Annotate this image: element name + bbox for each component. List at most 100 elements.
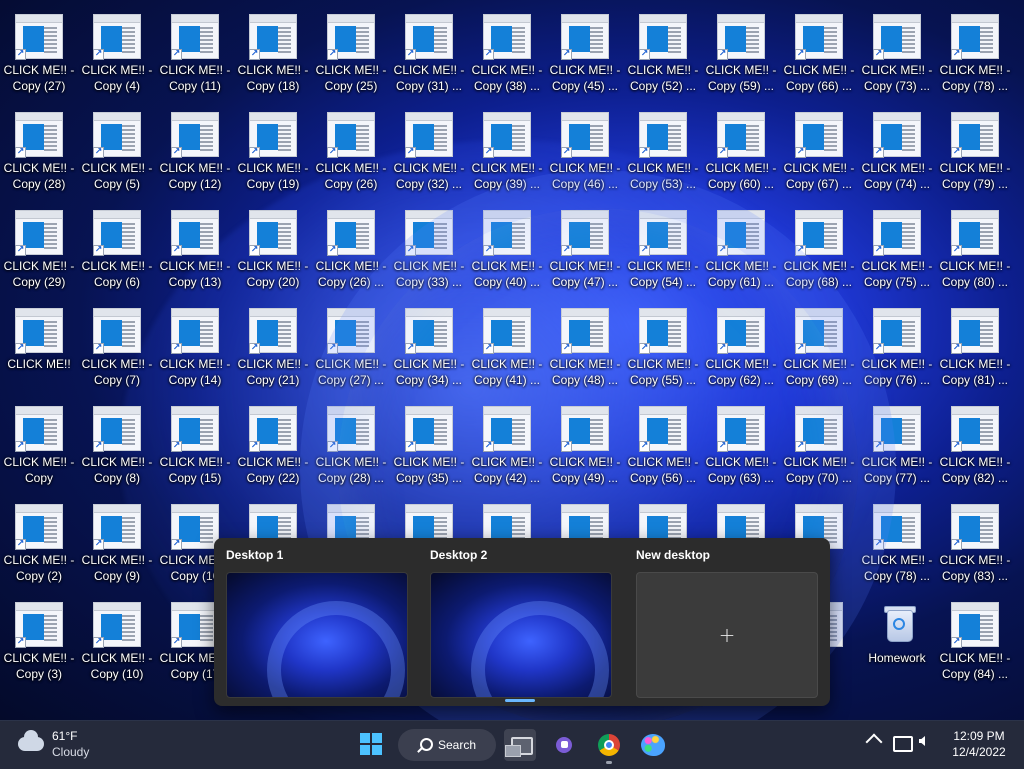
desktop-shortcut[interactable]: ↗ CLICK ME!! - Copy (38) ... [469,12,545,104]
shortcut-arrow-icon: ↗ [483,343,494,354]
desktop-shortcut[interactable]: ↗ CLICK ME!! - Copy (8) [79,404,155,496]
desktop-shortcut[interactable]: ↗ CLICK ME!! - Copy (26) [313,110,389,202]
desktop-shortcut[interactable]: ↗ CLICK ME!! - Copy (61) ... [703,208,779,300]
desktop-shortcut[interactable]: ↗ CLICK ME!! - Copy (28) [1,110,77,202]
desktop-shortcut[interactable]: ↗ CLICK ME!! - Copy (55) ... [625,306,701,398]
icon-label: CLICK ME!! - Copy (66) ... [783,63,855,93]
icon-label: CLICK ME!! - Copy (82) ... [939,455,1011,485]
desktop-shortcut[interactable]: ↗ CLICK ME!! - Copy (78) ... [859,502,935,594]
document-icon [873,406,921,451]
desktop-shortcut[interactable]: ↗ CLICK ME!! - Copy (35) ... [391,404,467,496]
desktop-shortcut[interactable]: ↗ CLICK ME!! - Copy (39) ... [469,110,545,202]
desktop-shortcut[interactable]: ↗ CLICK ME!! - Copy (84) ... [937,600,1013,692]
desktop-shortcut[interactable]: ↗ CLICK ME!! - Copy (10) [79,600,155,692]
desktop-shortcut[interactable]: ↗ CLICK ME!! - Copy (70) ... [781,404,857,496]
desktop-shortcut[interactable]: ↗ CLICK ME!! - Copy (2) [1,502,77,594]
desktop-shortcut[interactable]: ↗ CLICK ME!! - Copy (19) [235,110,311,202]
desktop-shortcut[interactable]: ↗ CLICK ME!! - Copy (32) ... [391,110,467,202]
desktop-shortcut[interactable]: ↗ CLICK ME!! - Copy (3) [1,600,77,692]
icon-label: CLICK ME!! - Copy (68) ... [783,259,855,289]
chevron-up-icon[interactable] [865,733,883,751]
virtual-desktop-thumbnail[interactable] [430,572,612,698]
search-button[interactable]: Search [398,729,496,761]
desktop-shortcut[interactable]: ↗ CLICK ME!! - Copy (22) [235,404,311,496]
desktop-shortcut[interactable]: ↗ CLICK ME!! - Copy (14) [157,306,233,398]
shortcut-arrow-icon: ↗ [327,441,338,452]
desktop-shortcut[interactable]: ↗ CLICK ME!! - Copy (13) [157,208,233,300]
network-icon[interactable] [893,736,913,752]
desktop-shortcut[interactable]: ↗ CLICK ME!! - Copy (20) [235,208,311,300]
desktop-shortcut[interactable]: ↗ CLICK ME!! - Copy (34) ... [391,306,467,398]
chrome-button[interactable] [593,729,625,764]
desktop-shortcut[interactable]: ↗ CLICK ME!! - Copy (80) ... [937,208,1013,300]
desktop-shortcut[interactable]: ↗ CLICK ME!! - Copy (56) ... [625,404,701,496]
desktop-shortcut[interactable]: ↗ CLICK ME!! - Copy (62) ... [703,306,779,398]
virtual-desktop-1[interactable]: Desktop 1 [226,548,412,698]
desktop-shortcut[interactable]: ↗ CLICK ME!! - Copy (42) ... [469,404,545,496]
task-view-button[interactable] [504,729,536,761]
desktop-shortcut[interactable]: ↗ CLICK ME!! - Copy (47) ... [547,208,623,300]
desktop-shortcut[interactable]: ↗ CLICK ME!! - Copy (25) [313,12,389,104]
desktop-shortcut[interactable]: ↗ CLICK ME!! - Copy (11) [157,12,233,104]
virtual-desktop-thumbnail[interactable] [226,572,408,698]
desktop-shortcut[interactable]: ↗ CLICK ME!! - Copy (49) ... [547,404,623,496]
desktop-shortcut[interactable]: ↗ CLICK ME!! [1,306,77,398]
recycle-bin-shortcut[interactable]: Homework [859,600,935,692]
desktop-shortcut[interactable]: ↗ CLICK ME!! - Copy (52) ... [625,12,701,104]
desktop-shortcut[interactable]: ↗ CLICK ME!! - Copy (41) ... [469,306,545,398]
desktop-shortcut[interactable]: ↗ CLICK ME!! - Copy (28) ... [313,404,389,496]
paint-button[interactable] [637,729,669,761]
shortcut-arrow-icon: ↗ [405,49,416,60]
desktop-shortcut[interactable]: ↗ CLICK ME!! - Copy (69) ... [781,306,857,398]
desktop-shortcut[interactable]: ↗ CLICK ME!! - Copy (75) ... [859,208,935,300]
desktop-shortcut[interactable]: ↗ CLICK ME!! - Copy (54) ... [625,208,701,300]
desktop-shortcut[interactable]: ↗ CLICK ME!! - Copy (29) [1,208,77,300]
desktop-shortcut[interactable]: ↗ CLICK ME!! - Copy (48) ... [547,306,623,398]
desktop-shortcut[interactable]: ↗ CLICK ME!! - Copy (12) [157,110,233,202]
weather-temperature: 61°F [52,729,78,743]
desktop-shortcut[interactable]: ↗ CLICK ME!! - Copy (40) ... [469,208,545,300]
desktop-shortcut[interactable]: ↗ CLICK ME!! - Copy (53) ... [625,110,701,202]
desktop-shortcut[interactable]: ↗ CLICK ME!! - Copy (59) ... [703,12,779,104]
desktop-shortcut[interactable]: ↗ CLICK ME!! - Copy (78) ... [937,12,1013,104]
desktop-shortcut[interactable]: ↗ CLICK ME!! - Copy (66) ... [781,12,857,104]
system-clock[interactable]: 12:09 PM 12/4/2022 [946,728,1012,760]
shortcut-arrow-icon: ↗ [717,245,728,256]
desktop-shortcut[interactable]: ↗ CLICK ME!! - Copy (76) ... [859,306,935,398]
desktop-shortcut[interactable]: ↗ CLICK ME!! - Copy (68) ... [781,208,857,300]
desktop-shortcut[interactable]: ↗ CLICK ME!! - Copy (31) ... [391,12,467,104]
desktop-shortcut[interactable]: ↗ CLICK ME!! - Copy [1,404,77,496]
desktop-shortcut[interactable]: ↗ CLICK ME!! - Copy (74) ... [859,110,935,202]
desktop-shortcut[interactable]: ↗ CLICK ME!! - Copy (77) ... [859,404,935,496]
desktop-shortcut[interactable]: ↗ CLICK ME!! - Copy (63) ... [703,404,779,496]
desktop-shortcut[interactable]: ↗ CLICK ME!! - Copy (60) ... [703,110,779,202]
desktop-shortcut[interactable]: ↗ CLICK ME!! - Copy (73) ... [859,12,935,104]
desktop-shortcut[interactable]: ↗ CLICK ME!! - Copy (26) ... [313,208,389,300]
start-button[interactable] [360,733,382,755]
desktop-shortcut[interactable]: ↗ CLICK ME!! - Copy (5) [79,110,155,202]
shortcut-arrow-icon: ↗ [171,539,182,550]
desktop-shortcut[interactable]: ↗ CLICK ME!! - Copy (45) ... [547,12,623,104]
desktop-shortcut[interactable]: ↗ CLICK ME!! - Copy (33) ... [391,208,467,300]
desktop-shortcut[interactable]: ↗ CLICK ME!! - Copy (6) [79,208,155,300]
volume-icon[interactable] [919,736,925,746]
desktop-shortcut[interactable]: ↗ CLICK ME!! - Copy (15) [157,404,233,496]
desktop-shortcut[interactable]: ↗ CLICK ME!! - Copy (81) ... [937,306,1013,398]
desktop-shortcut[interactable]: ↗ CLICK ME!! - Copy (83) ... [937,502,1013,594]
desktop-shortcut[interactable]: ↗ CLICK ME!! - Copy (21) [235,306,311,398]
desktop-shortcut[interactable]: ↗ CLICK ME!! - Copy (67) ... [781,110,857,202]
desktop-shortcut[interactable]: ↗ CLICK ME!! - Copy (7) [79,306,155,398]
meet-button[interactable] [548,729,580,761]
new-desktop[interactable]: New desktop + [636,548,822,698]
desktop-shortcut[interactable]: ↗ CLICK ME!! - Copy (27) ... [313,306,389,398]
desktop-shortcut[interactable]: ↗ CLICK ME!! - Copy (79) ... [937,110,1013,202]
desktop-shortcut[interactable]: ↗ CLICK ME!! - Copy (46) ... [547,110,623,202]
new-desktop-button[interactable]: + [636,572,818,698]
virtual-desktop-2[interactable]: Desktop 2 [430,548,616,698]
desktop-shortcut[interactable]: ↗ CLICK ME!! - Copy (4) [79,12,155,104]
icon-label: CLICK ME!! - Copy (56) ... [627,455,699,485]
desktop-shortcut[interactable]: ↗ CLICK ME!! - Copy (9) [79,502,155,594]
desktop-shortcut[interactable]: ↗ CLICK ME!! - Copy (18) [235,12,311,104]
desktop-shortcut[interactable]: ↗ CLICK ME!! - Copy (82) ... [937,404,1013,496]
desktop-shortcut[interactable]: ↗ CLICK ME!! - Copy (27) [1,12,77,104]
